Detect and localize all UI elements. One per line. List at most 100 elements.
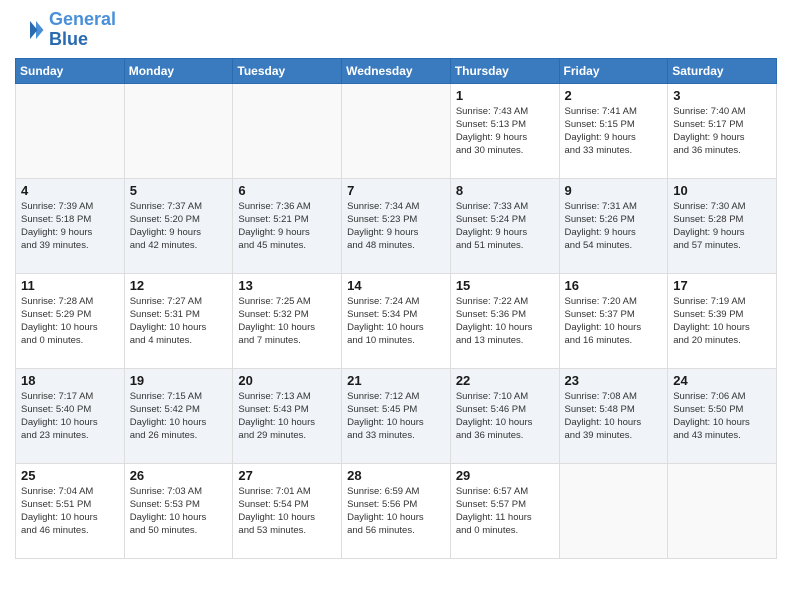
day-header-monday: Monday [124,58,233,83]
day-detail: Sunrise: 7:43 AM Sunset: 5:13 PM Dayligh… [456,105,554,158]
day-detail: Sunrise: 7:22 AM Sunset: 5:36 PM Dayligh… [456,295,554,348]
calendar-table: SundayMondayTuesdayWednesdayThursdayFrid… [15,58,777,559]
day-detail: Sunrise: 7:24 AM Sunset: 5:34 PM Dayligh… [347,295,445,348]
day-detail: Sunrise: 6:59 AM Sunset: 5:56 PM Dayligh… [347,485,445,538]
calendar-cell: 11 Sunrise: 7:28 AM Sunset: 5:29 PM Dayli… [16,273,125,368]
calendar-cell: 3 Sunrise: 7:40 AM Sunset: 5:17 PM Daylig… [668,83,777,178]
day-detail: Sunrise: 7:36 AM Sunset: 5:21 PM Dayligh… [238,200,336,253]
calendar-cell: 19 Sunrise: 7:15 AM Sunset: 5:42 PM Dayli… [124,368,233,463]
day-detail: Sunrise: 7:34 AM Sunset: 5:23 PM Dayligh… [347,200,445,253]
calendar-cell: 16Sunrise: 7:20 AM Sunset: 5:37 PM Dayli… [559,273,668,368]
day-number: 7 [347,183,445,198]
calendar-cell: 2 Sunrise: 7:41 AM Sunset: 5:15 PM Daylig… [559,83,668,178]
day-detail: Sunrise: 7:04 AM Sunset: 5:51 PM Dayligh… [21,485,119,538]
day-detail: Sunrise: 6:57 AM Sunset: 5:57 PM Dayligh… [456,485,554,538]
day-number: 6 [238,183,336,198]
calendar-cell: 13 Sunrise: 7:25 AM Sunset: 5:32 PM Dayli… [233,273,342,368]
day-header-thursday: Thursday [450,58,559,83]
logo-text: General Blue [49,10,116,50]
day-number: 25 [21,468,119,483]
day-detail: Sunrise: 7:03 AM Sunset: 5:53 PM Dayligh… [130,485,228,538]
day-number: 5 [130,183,228,198]
day-number: 12 [130,278,228,293]
day-detail: Sunrise: 7:39 AM Sunset: 5:18 PM Dayligh… [21,200,119,253]
calendar-cell: 8 Sunrise: 7:33 AM Sunset: 5:24 PM Daylig… [450,178,559,273]
day-number: 14 [347,278,445,293]
day-number: 4 [21,183,119,198]
day-detail: Sunrise: 7:28 AM Sunset: 5:29 PM Dayligh… [21,295,119,348]
day-detail: Sunrise: 7:40 AM Sunset: 5:17 PM Dayligh… [673,105,771,158]
day-number: 3 [673,88,771,103]
day-detail: Sunrise: 7:25 AM Sunset: 5:32 PM Dayligh… [238,295,336,348]
day-detail: Sunrise: 7:30 AM Sunset: 5:28 PM Dayligh… [673,200,771,253]
calendar-cell: 7 Sunrise: 7:34 AM Sunset: 5:23 PM Daylig… [342,178,451,273]
calendar-week-5: 25 Sunrise: 7:04 AM Sunset: 5:51 PM Dayli… [16,463,777,558]
day-number: 15 [456,278,554,293]
day-number: 28 [347,468,445,483]
calendar-week-1: 1 Sunrise: 7:43 AM Sunset: 5:13 PM Daylig… [16,83,777,178]
day-detail: Sunrise: 7:01 AM Sunset: 5:54 PM Dayligh… [238,485,336,538]
day-header-sunday: Sunday [16,58,125,83]
calendar-cell [559,463,668,558]
day-detail: Sunrise: 7:10 AM Sunset: 5:46 PM Dayligh… [456,390,554,443]
calendar-cell [342,83,451,178]
day-detail: Sunrise: 7:08 AM Sunset: 5:48 PM Dayligh… [565,390,663,443]
day-header-friday: Friday [559,58,668,83]
day-number: 1 [456,88,554,103]
day-number: 23 [565,373,663,388]
calendar-cell: 17 Sunrise: 7:19 AM Sunset: 5:39 PM Dayli… [668,273,777,368]
calendar-week-2: 4 Sunrise: 7:39 AM Sunset: 5:18 PM Daylig… [16,178,777,273]
calendar-cell: 21Sunrise: 7:12 AM Sunset: 5:45 PM Dayli… [342,368,451,463]
calendar-cell: 20Sunrise: 7:13 AM Sunset: 5:43 PM Dayli… [233,368,342,463]
calendar-cell: 27 Sunrise: 7:01 AM Sunset: 5:54 PM Dayli… [233,463,342,558]
calendar-header-row: SundayMondayTuesdayWednesdayThursdayFrid… [16,58,777,83]
day-detail: Sunrise: 7:27 AM Sunset: 5:31 PM Dayligh… [130,295,228,348]
calendar-cell: 9 Sunrise: 7:31 AM Sunset: 5:26 PM Daylig… [559,178,668,273]
day-number: 26 [130,468,228,483]
day-number: 20 [238,373,336,388]
day-number: 9 [565,183,663,198]
logo-icon [15,15,45,45]
calendar-cell: 26 Sunrise: 7:03 AM Sunset: 5:53 PM Dayli… [124,463,233,558]
calendar-cell: 28 Sunrise: 6:59 AM Sunset: 5:56 PM Dayli… [342,463,451,558]
day-number: 21 [347,373,445,388]
logo: General Blue [15,10,116,50]
calendar-cell: 5 Sunrise: 7:37 AM Sunset: 5:20 PM Daylig… [124,178,233,273]
day-number: 10 [673,183,771,198]
calendar-cell: 4 Sunrise: 7:39 AM Sunset: 5:18 PM Daylig… [16,178,125,273]
day-number: 18 [21,373,119,388]
calendar-cell [233,83,342,178]
calendar-cell: 29 Sunrise: 6:57 AM Sunset: 5:57 PM Dayli… [450,463,559,558]
day-detail: Sunrise: 7:31 AM Sunset: 5:26 PM Dayligh… [565,200,663,253]
calendar-cell: 22Sunrise: 7:10 AM Sunset: 5:46 PM Dayli… [450,368,559,463]
day-number: 24 [673,373,771,388]
day-number: 27 [238,468,336,483]
calendar-cell: 18 Sunrise: 7:17 AM Sunset: 5:40 PM Dayli… [16,368,125,463]
day-number: 29 [456,468,554,483]
calendar-cell: 23 Sunrise: 7:08 AM Sunset: 5:48 PM Dayli… [559,368,668,463]
calendar-cell: 14 Sunrise: 7:24 AM Sunset: 5:34 PM Dayli… [342,273,451,368]
calendar-cell: 12 Sunrise: 7:27 AM Sunset: 5:31 PM Dayli… [124,273,233,368]
day-number: 19 [130,373,228,388]
calendar-week-3: 11 Sunrise: 7:28 AM Sunset: 5:29 PM Dayli… [16,273,777,368]
day-number: 2 [565,88,663,103]
calendar-cell: 25 Sunrise: 7:04 AM Sunset: 5:51 PM Dayli… [16,463,125,558]
calendar-week-4: 18 Sunrise: 7:17 AM Sunset: 5:40 PM Dayli… [16,368,777,463]
calendar-cell [124,83,233,178]
day-detail: Sunrise: 7:41 AM Sunset: 5:15 PM Dayligh… [565,105,663,158]
day-detail: Sunrise: 7:33 AM Sunset: 5:24 PM Dayligh… [456,200,554,253]
day-number: 11 [21,278,119,293]
day-detail: Sunrise: 7:06 AM Sunset: 5:50 PM Dayligh… [673,390,771,443]
calendar-cell: 10 Sunrise: 7:30 AM Sunset: 5:28 PM Dayli… [668,178,777,273]
day-number: 13 [238,278,336,293]
day-detail: Sunrise: 7:20 AM Sunset: 5:37 PM Dayligh… [565,295,663,348]
day-header-tuesday: Tuesday [233,58,342,83]
page-header: General Blue [15,10,777,50]
day-detail: Sunrise: 7:37 AM Sunset: 5:20 PM Dayligh… [130,200,228,253]
day-header-wednesday: Wednesday [342,58,451,83]
day-number: 8 [456,183,554,198]
day-number: 17 [673,278,771,293]
day-detail: Sunrise: 7:19 AM Sunset: 5:39 PM Dayligh… [673,295,771,348]
day-detail: Sunrise: 7:15 AM Sunset: 5:42 PM Dayligh… [130,390,228,443]
day-detail: Sunrise: 7:17 AM Sunset: 5:40 PM Dayligh… [21,390,119,443]
